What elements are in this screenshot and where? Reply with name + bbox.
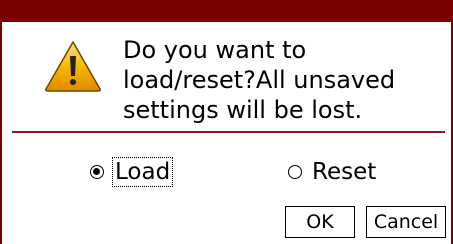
load-radio-label: Load	[111, 157, 174, 187]
ok-button[interactable]: OK	[285, 206, 355, 238]
message-line: load/reset?All unsaved	[123, 66, 396, 94]
confirm-dialog: Do you want to load/reset?All unsaved se…	[0, 0, 453, 244]
warning-icon	[45, 41, 101, 92]
cancel-button[interactable]: Cancel	[366, 206, 446, 238]
radio-unselected-icon[interactable]	[288, 165, 302, 179]
message-line: settings will be lost.	[123, 96, 363, 124]
message-line: Do you want to	[123, 36, 307, 64]
reset-radio-label: Reset	[312, 159, 377, 185]
dialog-message: Do you want to load/reset?All unsaved se…	[123, 35, 443, 125]
load-radio[interactable]: Load	[90, 157, 174, 187]
reset-radio[interactable]: Reset	[288, 158, 376, 186]
radio-selected-icon[interactable]	[90, 165, 104, 179]
title-bar	[2, 0, 453, 22]
divider	[12, 131, 445, 133]
